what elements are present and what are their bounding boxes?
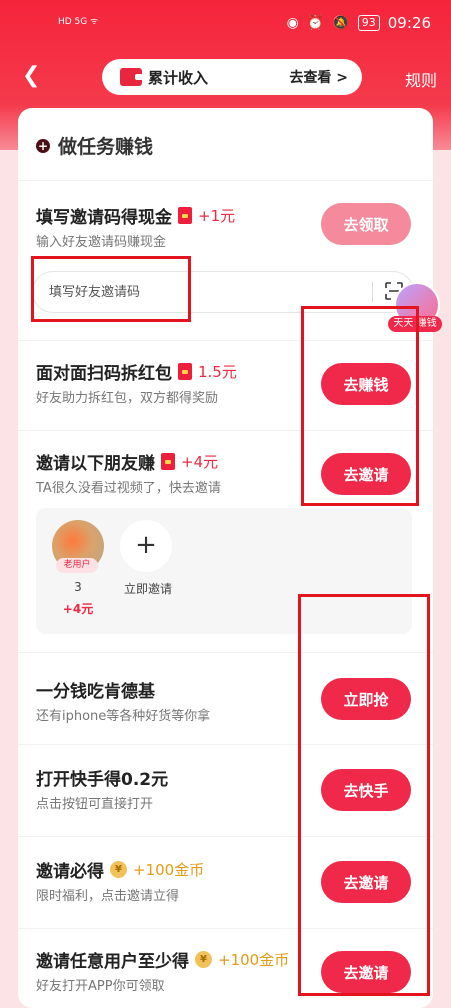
task-subtitle: 还有iphone等各种好货等你拿 xyxy=(36,709,211,724)
task-subtitle: 输入好友邀请码赚现金 xyxy=(36,235,167,250)
friend-count: 3 xyxy=(74,580,82,594)
open-kuaishou-button[interactable]: 去快手 xyxy=(321,769,411,811)
task-subtitle: 点击按钮可直接打开 xyxy=(36,797,154,812)
back-chevron-icon[interactable]: ❮ xyxy=(22,63,40,88)
view-income-link[interactable]: 去查看 > xyxy=(289,67,348,87)
task-reward: 1.5元 xyxy=(198,363,237,381)
alarm-icon: ⏰ xyxy=(306,15,325,31)
claim-button[interactable]: 去领取 xyxy=(321,203,411,245)
task-title: 邀请任意用户至少得 ¥ +100金币 xyxy=(36,947,289,972)
add-friend-label: 立即邀请 xyxy=(123,582,172,596)
battery-indicator: 93 xyxy=(357,15,380,31)
floating-badge-label: 天天 赚钱 xyxy=(388,316,442,332)
task-title-text: 邀请必得 xyxy=(36,862,104,882)
task-title-text: 填写邀请码得现金 xyxy=(36,208,172,228)
eye-icon: ◉ xyxy=(286,15,299,31)
task-card: + 做任务赚钱 填写邀请码得现金 +1元 输入好友邀请码赚现金 去领取 面对面扫… xyxy=(18,108,433,1008)
task-title-text: 面对面扫码拆红包 xyxy=(36,364,172,384)
task-reward: +1元 xyxy=(198,207,236,225)
task-title: 邀请以下朋友赚 +4元 xyxy=(36,449,218,474)
invite-code-input[interactable] xyxy=(47,283,351,301)
clock: 09:26 xyxy=(387,14,431,32)
task-row-invite-any: 邀请任意用户至少得 ¥ +100金币 好友打开APP你可领取 去邀请 xyxy=(18,928,433,1008)
mute-icon: 🔕 xyxy=(332,15,350,31)
section-header: + 做任务赚钱 xyxy=(36,132,153,159)
income-label: 累计收入 xyxy=(148,68,209,87)
gold-coin-icon: ¥ xyxy=(195,951,212,968)
task-title: 填写邀请码得现金 +1元 xyxy=(36,203,235,228)
section-title: 做任务赚钱 xyxy=(58,136,154,158)
task-subtitle: TA很久没看过视频了，快去邀请 xyxy=(36,481,221,496)
floating-earn-badge[interactable]: 天天 赚钱 xyxy=(388,282,442,334)
task-subtitle: 好友打开APP你可领取 xyxy=(36,979,165,994)
friend-reward: +4元 xyxy=(62,602,94,616)
task-reward: +100金币 xyxy=(133,861,205,879)
task-row-face-scan: 面对面扫码拆红包 1.5元 好友助力拆红包，双方都得奖励 去赚钱 xyxy=(18,340,433,431)
plus-circle-icon: + xyxy=(36,138,50,153)
invite-button[interactable]: 去邀请 xyxy=(321,951,411,993)
task-row-kfc: 一分钱吃肯德基 还有iphone等各种好货等你拿 立即抢 xyxy=(18,652,433,745)
task-title: 打开快手得0.2元 xyxy=(36,770,169,790)
income-pill[interactable]: 累计收入 去查看 > xyxy=(102,59,362,95)
task-reward: +4元 xyxy=(181,453,219,471)
signal-indicators: HD 5G ᯤ xyxy=(58,14,98,27)
task-subtitle: 好友助力拆红包，双方都得奖励 xyxy=(36,391,219,406)
task-subtitle: 限时福利，点击邀请立得 xyxy=(36,889,180,904)
invite-button[interactable]: 去邀请 xyxy=(321,861,411,903)
red-envelope-icon xyxy=(178,207,192,224)
task-title: 邀请必得 ¥ +100金币 xyxy=(36,857,204,882)
red-envelope-icon xyxy=(178,363,192,380)
invite-button[interactable]: 去邀请 xyxy=(321,453,411,495)
add-friend-button[interactable]: + xyxy=(120,520,172,572)
input-divider xyxy=(372,282,373,302)
task-title: 面对面扫码拆红包 1.5元 xyxy=(36,359,237,384)
task-row-invite-guaranteed: 邀请必得 ¥ +100金币 限时福利，点击邀请立得 去邀请 xyxy=(18,836,433,929)
rules-link[interactable]: 规则 xyxy=(405,67,437,91)
friends-list: 老用户 3 +4元 + 立即邀请 xyxy=(36,508,412,634)
task-row-open-kuaishou: 打开快手得0.2元 点击按钮可直接打开 去快手 xyxy=(18,744,433,837)
red-envelope-icon xyxy=(161,453,175,470)
grab-button[interactable]: 立即抢 xyxy=(321,678,411,720)
earn-button[interactable]: 去赚钱 xyxy=(321,363,411,405)
task-row-invite-code: 填写邀请码得现金 +1元 输入好友邀请码赚现金 去领取 xyxy=(18,180,433,341)
task-reward: +100金币 xyxy=(218,951,290,969)
status-badge: 老用户 xyxy=(56,558,98,573)
network-icons: HD 5G ᯤ xyxy=(58,17,99,27)
nav-bar: ❮ 累计收入 去查看 > 规则 xyxy=(0,55,451,99)
task-title-text: 邀请以下朋友赚 xyxy=(36,454,155,474)
gold-coin-icon: ¥ xyxy=(110,861,127,878)
task-title-text: 邀请任意用户至少得 xyxy=(36,952,189,972)
task-title: 一分钱吃肯德基 xyxy=(36,682,155,702)
wallet-icon xyxy=(120,68,143,86)
status-bar: HD 5G ᯤ ◉ ⏰ 🔕 93 09:26 xyxy=(0,0,451,50)
invite-code-field[interactable] xyxy=(32,271,414,313)
status-right: ◉ ⏰ 🔕 93 09:26 xyxy=(287,14,431,32)
